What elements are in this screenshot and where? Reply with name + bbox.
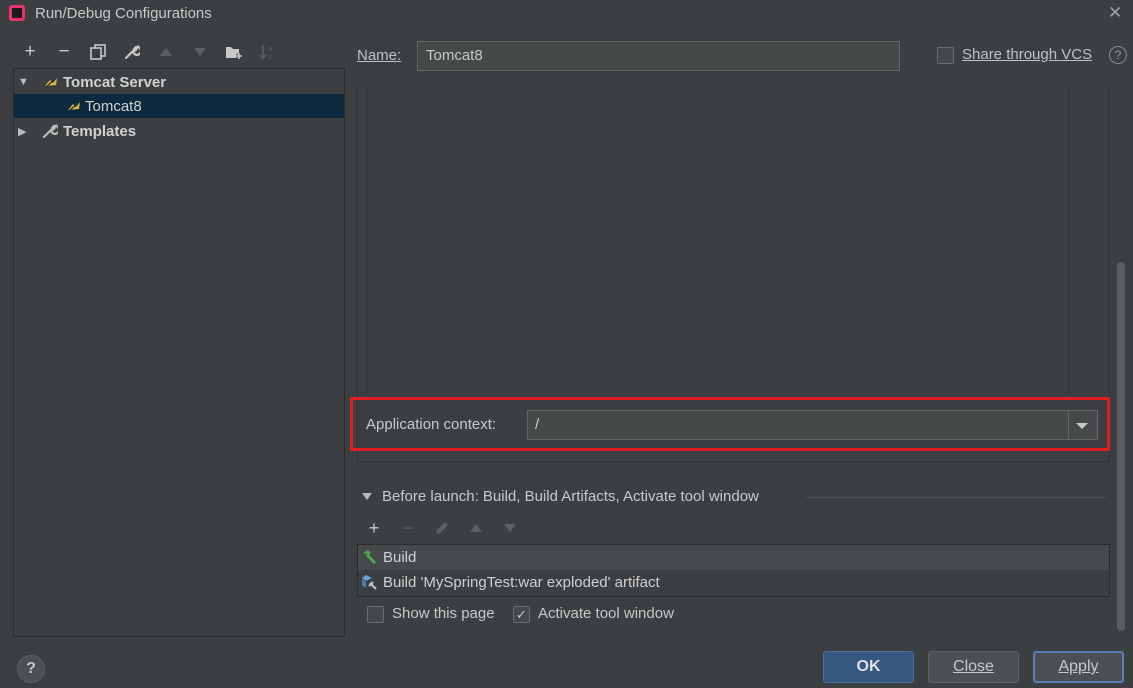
pencil-icon xyxy=(436,522,448,534)
edit-task-button[interactable] xyxy=(431,518,453,538)
artifact-icon xyxy=(362,575,377,590)
help-button[interactable]: ? xyxy=(17,655,45,683)
task-label: Build 'MySpringTest:war exploded' artifa… xyxy=(383,574,660,591)
before-launch-task-list[interactable]: Build Build 'MySpringTest:war exploded' … xyxy=(357,544,1110,597)
tree-item-label: Tomcat8 xyxy=(85,98,142,115)
add-configuration-button[interactable]: + xyxy=(19,40,41,64)
remove-task-button[interactable]: − xyxy=(397,518,419,538)
window-title: Run/Debug Configurations xyxy=(35,5,212,22)
remove-configuration-button[interactable]: − xyxy=(53,40,75,64)
activate-tool-window-checkbox[interactable]: ✓ xyxy=(513,606,530,623)
help-icon[interactable]: ? xyxy=(1109,46,1127,64)
expanded-arrow-icon[interactable]: ▼ xyxy=(18,76,29,88)
copy-icon xyxy=(90,44,106,60)
configuration-tree[interactable]: ▼ Tomcat Server Tomcat8 ▶ Templates xyxy=(13,68,345,637)
svg-text:z: z xyxy=(268,53,272,61)
collapsed-arrow-icon[interactable]: ▶ xyxy=(18,125,26,138)
sort-az-icon: az xyxy=(259,45,272,61)
title-bar: Run/Debug Configurations ✕ xyxy=(0,0,1133,28)
sort-button[interactable]: az xyxy=(257,40,279,64)
intellij-app-icon xyxy=(9,5,25,21)
activate-tool-window-label: Activate tool window xyxy=(538,605,674,622)
close-button[interactable]: Close xyxy=(928,651,1019,683)
scrollbar-thumb[interactable] xyxy=(1117,262,1125,631)
wrench-icon xyxy=(124,44,140,60)
task-label: Build xyxy=(383,549,417,566)
move-up-button[interactable] xyxy=(155,40,177,64)
task-row-artifact[interactable]: Build 'MySpringTest:war exploded' artifa… xyxy=(358,570,1109,595)
new-folder-button[interactable] xyxy=(223,40,245,64)
tree-item-tomcat8[interactable]: Tomcat8 xyxy=(14,94,344,118)
folder-add-icon xyxy=(226,47,242,59)
tree-item-label: Templates xyxy=(63,123,137,140)
share-vcs-checkbox[interactable] xyxy=(937,47,954,64)
arrow-up-icon xyxy=(470,524,482,532)
arrow-down-icon xyxy=(194,48,206,56)
share-vcs-label: Share through VCS xyxy=(962,46,1093,63)
before-launch-toggle-icon[interactable] xyxy=(362,493,372,500)
show-this-page-label: Show this page xyxy=(392,605,495,622)
hammer-icon xyxy=(363,550,376,564)
ok-button[interactable]: OK xyxy=(823,651,914,683)
before-launch-label: Before launch: Build, Build Artifacts, A… xyxy=(382,488,759,505)
copy-configuration-button[interactable] xyxy=(87,40,109,64)
edit-defaults-button[interactable] xyxy=(121,40,143,64)
tree-item-label: Tomcat Server xyxy=(63,74,167,91)
deployment-list-area xyxy=(366,86,1070,394)
task-row-build[interactable]: Build xyxy=(358,545,1109,570)
tomcat-icon xyxy=(45,78,57,88)
highlight-box xyxy=(350,397,1110,451)
show-this-page-checkbox[interactable] xyxy=(367,606,384,623)
arrow-down-icon xyxy=(504,524,516,532)
arrow-up-icon xyxy=(160,48,172,56)
tomcat-icon xyxy=(68,102,80,112)
tree-item-templates[interactable]: ▶ Templates xyxy=(14,119,344,143)
apply-button[interactable]: Apply xyxy=(1033,651,1124,683)
add-task-button[interactable]: + xyxy=(363,518,385,538)
move-task-down-button[interactable] xyxy=(499,518,521,538)
svg-text:a: a xyxy=(268,45,272,53)
tree-item-tomcat-server[interactable]: ▼ Tomcat Server xyxy=(14,70,344,94)
move-task-up-button[interactable] xyxy=(465,518,487,538)
close-window-icon[interactable]: ✕ xyxy=(1108,3,1122,23)
before-launch-separator xyxy=(806,497,1106,498)
wrench-icon xyxy=(42,123,58,139)
name-input[interactable]: Tomcat8 xyxy=(417,41,900,71)
move-down-button[interactable] xyxy=(189,40,211,64)
name-label: Name: xyxy=(357,47,402,64)
